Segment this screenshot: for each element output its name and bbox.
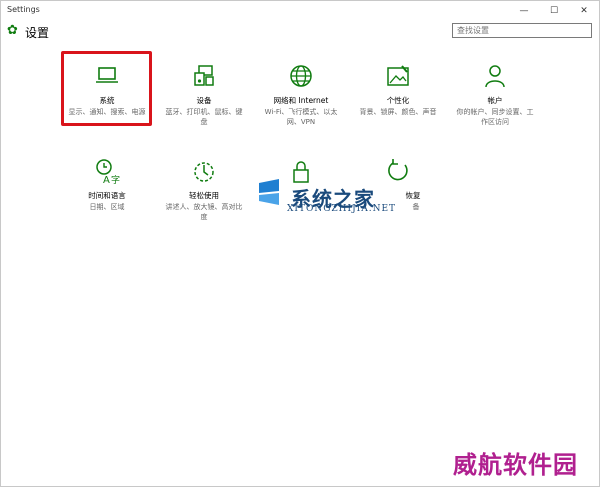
lock-icon — [293, 161, 309, 183]
person-icon — [485, 65, 505, 88]
settings-window: Settings — ☐ ✕ ✿ 设置 系统 显示、通知、搜索、电源 设备 蓝牙… — [0, 0, 600, 487]
svg-text:字: 字 — [111, 174, 120, 184]
watermark-corner: 威航软件园 — [453, 450, 578, 479]
tile-time-language[interactable]: A 字 时间和语言 日期、区域 — [62, 158, 152, 212]
time-language-icon: A 字 — [96, 159, 120, 184]
recovery-icon — [388, 159, 408, 181]
tile-devices[interactable]: 设备 蓝牙、打印机、鼠标、键盘 — [159, 63, 249, 127]
tile-accounts[interactable]: 帐户 你的帐户、同步设置、工作区访问 — [450, 63, 540, 127]
ease-of-access-icon — [194, 162, 214, 182]
tile-personalization-label: 个性化 — [386, 96, 410, 105]
tile-network-label: 网络和 Internet — [273, 96, 329, 105]
tile-devices-label: 设备 — [196, 96, 212, 105]
tile-personalization[interactable]: 个性化 背景、锁屏、颜色、声音 — [353, 63, 443, 117]
personalization-icon — [387, 65, 409, 86]
tile-personalization-desc: 背景、锁屏、颜色、声音 — [359, 108, 437, 116]
tile-accounts-label: 帐户 — [487, 96, 503, 105]
search-input[interactable] — [452, 23, 592, 38]
watermark-logo-icon — [259, 179, 279, 205]
window-title: Settings — [7, 5, 40, 14]
globe-icon — [290, 65, 312, 87]
devices-icon — [194, 65, 214, 86]
tile-accounts-desc: 你的帐户、同步设置、工作区访问 — [456, 108, 534, 126]
tile-ease-of-access[interactable]: 轻松使用 讲述人、放大镜、高对比度 — [159, 158, 249, 222]
tile-devices-desc: 蓝牙、打印机、鼠标、键盘 — [165, 108, 243, 126]
system-highlight-box — [61, 51, 152, 126]
maximize-button[interactable]: ☐ — [539, 1, 569, 21]
page-title: 设置 — [25, 26, 50, 40]
close-button[interactable]: ✕ — [569, 1, 599, 21]
minimize-button[interactable]: — — [509, 1, 539, 21]
watermark-site-url: XITONGZHIJIA.NET — [287, 204, 397, 214]
tile-time-language-desc: 日期、区域 — [89, 203, 125, 211]
settings-header: ✿ 设置 — [1, 21, 599, 43]
tile-time-language-label: 时间和语言 — [88, 191, 126, 200]
tile-network-desc: Wi-Fi、飞行模式、以太网、VPN — [264, 108, 338, 126]
tile-ease-of-access-label: 轻松使用 — [189, 191, 219, 200]
title-bar: Settings — ☐ ✕ — [1, 1, 599, 21]
tile-ease-of-access-desc: 讲述人、放大镜、高对比度 — [165, 203, 243, 221]
svg-text:A: A — [103, 175, 110, 184]
gear-icon: ✿ — [7, 23, 18, 38]
tile-network[interactable]: 网络和 Internet Wi-Fi、飞行模式、以太网、VPN — [256, 63, 346, 127]
